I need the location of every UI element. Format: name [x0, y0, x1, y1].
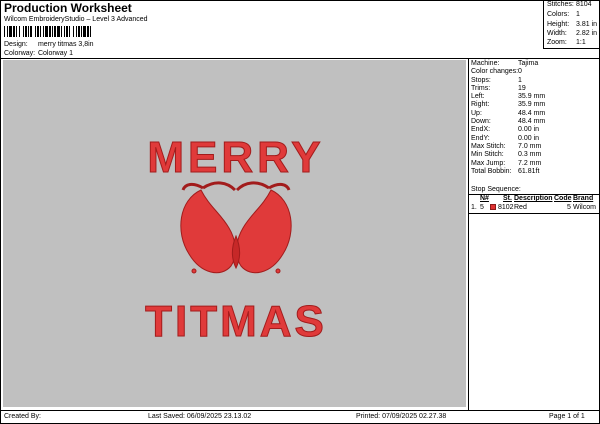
info-row: Up: 48.4 mm — [471, 110, 599, 118]
summary-height: Height: 3.81 in — [547, 21, 598, 28]
info-value: 7.0 mm — [518, 142, 542, 150]
info-label: Total Bobbin: — [471, 167, 512, 175]
last-saved: Last Saved: 06/09/2025 23.13.02 — [148, 413, 252, 420]
design-value: merry titmas 3,8in — [37, 41, 94, 48]
info-value: 48.4 mm — [518, 118, 546, 126]
footer-divider — [0, 410, 600, 411]
col-header-brand: Brand — [573, 195, 594, 202]
info-value: 7.2 mm — [518, 159, 542, 167]
summary-box: Stitches: 8104 Colors: 1 Height: 3.81 in Wi… — [543, 0, 600, 49]
info-value: 19 — [518, 84, 526, 92]
info-value: 0.00 in — [518, 134, 540, 142]
seq-row-index: 1. — [471, 204, 477, 211]
info-row: Left: 35.9 mm — [471, 93, 599, 101]
info-row: Max Stitch: 7.0 mm — [471, 143, 599, 151]
printed-date: Printed: 07/09/2025 02.27.38 — [356, 413, 447, 420]
panel-divider — [468, 58, 469, 410]
info-row: Trims: 19 — [471, 85, 599, 93]
info-label: Min Stitch: — [471, 151, 504, 159]
info-row: Color changes: 0 — [471, 68, 599, 76]
worksheet-title: Production Worksheet — [4, 1, 132, 15]
software-subtitle: Wilcom EmbroideryStudio – Level 3 Advanc… — [4, 16, 148, 23]
machine-info-panel: Machine: Tajima Color changes: 0 Stops: 1 Trim… — [471, 60, 599, 176]
info-value: 48.4 mm — [518, 109, 546, 117]
info-value: 0 — [518, 68, 522, 76]
stop-sequence-bottom-rule — [469, 213, 600, 214]
design-row: Design: merry titmas 3,8in — [4, 41, 94, 48]
info-label: Color changes: — [471, 68, 519, 76]
info-row: Min Stitch: 0.3 mm — [471, 151, 599, 159]
design-preview-svg: MERRY TITMAS — [145, 133, 327, 347]
thread-color-swatch — [490, 204, 496, 210]
colorway-value: Colorway 1 — [37, 50, 73, 57]
summary-stitches: Stitches: 8104 — [547, 1, 592, 8]
info-value: 61.81ft — [518, 167, 540, 175]
embroidery-figure — [180, 181, 292, 274]
info-value: Tajima — [518, 60, 539, 67]
design-preview-canvas[interactable]: MERRY TITMAS — [3, 60, 466, 407]
page-number: Page 1 of 1 — [549, 413, 585, 420]
info-value: 35.9 mm — [518, 93, 546, 101]
info-row: Down: 48.4 mm — [471, 118, 599, 126]
info-label: Trims: — [471, 84, 491, 92]
seq-row-st: 8102 — [498, 204, 514, 211]
col-header-code: Code — [554, 195, 572, 202]
info-label: Down: — [471, 118, 491, 126]
summary-zoom: Zoom: 1:1 — [547, 39, 586, 46]
info-label: Left: — [471, 93, 485, 101]
info-row: EndX: 0.00 in — [471, 126, 599, 134]
info-label: Up: — [471, 109, 482, 117]
info-value: 1 — [518, 76, 522, 84]
seq-row-description: Red — [514, 204, 527, 211]
design-label: Design: — [4, 41, 28, 48]
summary-colors: Colors: 1 — [547, 11, 580, 18]
info-label: Right: — [471, 101, 490, 109]
info-label: Machine: — [471, 60, 500, 67]
barcode-icon — [4, 26, 91, 37]
info-value: 35.9 mm — [518, 101, 546, 109]
info-label: EndY: — [471, 134, 490, 142]
info-label: Stops: — [471, 76, 491, 84]
info-label: EndX: — [471, 126, 491, 134]
info-row: Total Bobbin: 61.81ft — [471, 168, 599, 176]
seq-row-n: 5 — [480, 204, 484, 211]
colorway-label: Colorway: — [4, 50, 36, 57]
col-header-n: N# — [480, 195, 489, 202]
merry-text: MERRY — [147, 133, 324, 182]
info-value: 0.3 mm — [518, 151, 542, 159]
seq-row-brand: Wilcom — [573, 204, 596, 211]
created-by: Created By: — [4, 413, 41, 420]
titmas-text: TITMAS — [145, 297, 327, 346]
info-row: Right: 35.9 mm — [471, 101, 599, 109]
col-header-description: Description — [514, 195, 553, 202]
info-label: Max Jump: — [471, 159, 506, 167]
seq-row-code: 5 — [567, 204, 571, 211]
info-label: Max Stitch: — [471, 142, 506, 150]
info-row: Machine: Tajima — [471, 60, 599, 68]
stop-sequence-title: Stop Sequence: — [471, 186, 521, 193]
info-row: Stops: 1 — [471, 77, 599, 85]
info-row: EndY: 0.00 in — [471, 135, 599, 143]
header-divider — [0, 58, 600, 59]
colorway-row: Colorway: Colorway 1 — [4, 50, 73, 57]
info-value: 0.00 in — [518, 126, 540, 134]
col-header-st: St. — [503, 195, 512, 202]
summary-width: Width: 2.82 in — [547, 30, 598, 37]
info-row: Max Jump: 7.2 mm — [471, 160, 599, 168]
